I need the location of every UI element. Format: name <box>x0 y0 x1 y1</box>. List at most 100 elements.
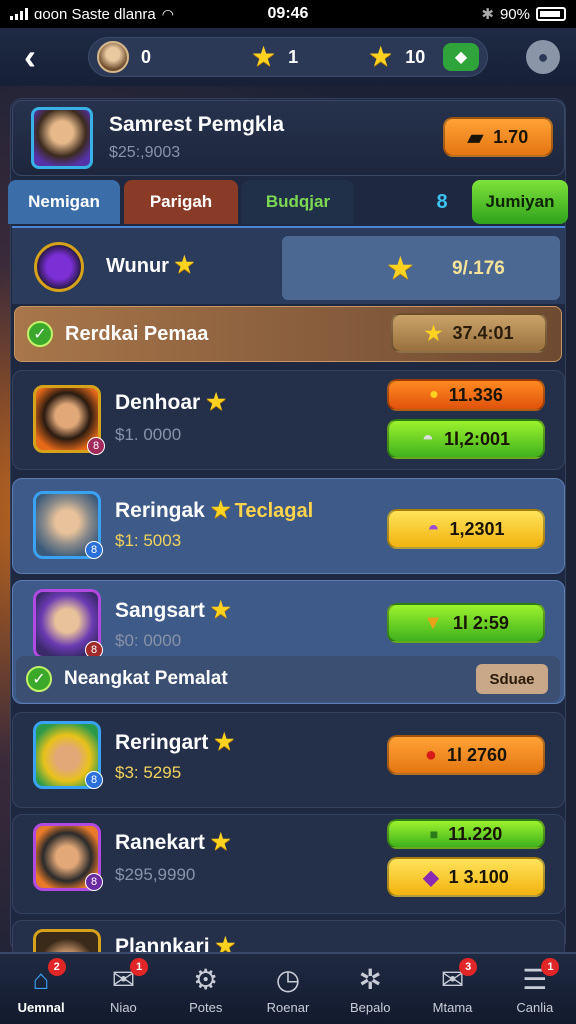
cog-icon: ✲ <box>358 963 382 995</box>
hero-label: Wunur ★ <box>106 254 194 278</box>
value-text: 1,2301 <box>449 518 505 539</box>
value-button[interactable]: ● 11.336 <box>387 379 545 411</box>
value-text: 11.336 <box>448 384 503 405</box>
crystal-icon: ◆ <box>423 866 439 889</box>
star-icon: ★ <box>210 829 231 854</box>
orb-icon: ● <box>424 743 438 766</box>
nav-label: Niao <box>110 999 137 1015</box>
value-text: 1 3.100 <box>448 866 509 887</box>
hero-subtitle: $295,9990 <box>115 865 196 884</box>
hero-name-text: Denhoar <box>115 391 201 414</box>
hero-value: 9/.176 <box>452 258 505 279</box>
player-name: Samrest Pemgkla <box>109 113 285 136</box>
player-avatar[interactable] <box>31 107 93 169</box>
hero-subtitle: $0: 0000 <box>115 631 182 650</box>
value-button[interactable]: ◆ 1 3.100 <box>387 857 545 897</box>
tab-count[interactable]: 8 <box>428 180 456 224</box>
hero-name: Denhoar ★ <box>115 391 226 415</box>
home-icon: ⌂ <box>32 963 50 995</box>
tab-budqjar[interactable]: Budqjar <box>242 180 354 224</box>
check-icon: ✓ <box>27 321 53 347</box>
tab-parigah[interactable]: Parigah <box>124 180 238 224</box>
arrow-down-icon: ▼ <box>423 611 443 634</box>
star-icon: ★ <box>174 252 195 277</box>
nav-label: Bepalo <box>350 999 391 1015</box>
value-button[interactable]: ◓ 1l,2:001 <box>387 419 545 459</box>
sub-banner: ✓ Neangkat Pemalat Sduae <box>16 656 560 702</box>
resource-value: 0 <box>141 46 152 67</box>
signal-icon <box>10 8 28 20</box>
notification-badge: 2 <box>47 958 66 976</box>
star-icon: ★ <box>368 41 394 72</box>
carrier-info: ɑoon Saste dlanra ◠ <box>10 6 240 23</box>
nav-item-bepalo[interactable]: ✲ Bepalo <box>329 954 411 1024</box>
hero-subtitle: $1. 0000 <box>115 425 182 444</box>
notification-badge: 3 <box>459 958 478 976</box>
back-button[interactable]: ‹ <box>0 28 60 86</box>
battery-percent: 90% <box>499 5 530 23</box>
nav-label: Canlia <box>516 999 554 1015</box>
bottom-nav: ⌂ 2 Uemnal ✉ 1 Niao ⚙ Potes ◷ Roenar ✲ B… <box>0 952 576 1024</box>
claim-reward-button[interactable]: ▰ 1.70 <box>443 117 553 157</box>
level-badge: 8 <box>85 771 103 789</box>
hero-subtitle: $1: 5003 <box>115 531 182 550</box>
nav-item-roenar[interactable]: ◷ Roenar <box>247 954 329 1024</box>
nav-label: Roenar <box>266 999 310 1015</box>
top-bar: ‹ 0 ★ 1 ★ 10 ◆ ● <box>0 28 576 86</box>
hero-name: Reringak ★ Teclagal <box>115 499 313 523</box>
nav-label: Uemnal <box>17 999 65 1015</box>
reward-value: 1.70 <box>493 126 529 147</box>
nav-item-mtama[interactable]: ✉ 3 Mtama <box>411 954 493 1024</box>
bluetooth-icon: ✱ <box>481 6 494 23</box>
check-icon: ✓ <box>26 666 52 692</box>
potion-icon: ◓ <box>427 517 440 540</box>
resource-value: 10 <box>405 46 426 67</box>
nav-item-mail[interactable]: ✉ 1 Niao <box>82 954 164 1024</box>
list-item[interactable]: 8 Denhoar ★ $1. 0000 ● 11.336 ◓ 1l,2:001 <box>12 370 565 470</box>
nav-item-home[interactable]: ⌂ 2 Uemnal <box>0 954 82 1024</box>
list-item[interactable]: 8 Reringart ★ $3: 5295 ● 1l 2760 <box>12 712 565 808</box>
hero-name: Ranekart ★ <box>115 831 231 855</box>
sub-banner-label: Neangkat Pemalat <box>64 668 228 689</box>
sub-banner-button[interactable]: Sduae <box>476 664 548 694</box>
player-subtitle: $25:,9003 <box>109 144 181 161</box>
hero-name: Sangsart ★ <box>115 599 231 623</box>
banner-label: Rerdkai Pemaa <box>65 323 209 345</box>
status-right: ✱ 90% <box>336 5 566 23</box>
player-card: Samrest Pemgkla $25:,9003 ▰ 1.70 <box>12 100 565 176</box>
level-badge: 8 <box>87 437 105 455</box>
value-text: 1l,2:001 <box>444 428 511 449</box>
nav-item-canlia[interactable]: ☰ 1 Canlia <box>494 954 576 1024</box>
clock-icon: ◷ <box>275 963 301 995</box>
value-button[interactable]: ■ 11.220 <box>387 819 545 849</box>
gear-icon: ⚙ <box>193 963 219 995</box>
value-button[interactable]: ◓ 1,2301 <box>387 509 545 549</box>
add-gem-button[interactable]: ◆ <box>443 43 479 71</box>
star-icon: ★ <box>214 729 235 754</box>
level-badge: 8 <box>85 873 103 891</box>
value-text: 1l 2:59 <box>452 612 509 633</box>
avatar[interactable] <box>97 41 129 73</box>
nav-item-potes[interactable]: ⚙ Potes <box>165 954 247 1024</box>
value-text: 11.220 <box>448 823 503 844</box>
gem-icon: ■ <box>429 826 439 842</box>
value-button[interactable]: ▼ 1l 2:59 <box>387 603 545 643</box>
profile-button[interactable]: ● <box>526 40 560 74</box>
chevron-left-icon: ‹ <box>24 36 36 77</box>
tab-nemigan[interactable]: Nemigan <box>8 180 120 224</box>
emblem-icon <box>34 242 84 292</box>
ticket-icon: ▰ <box>467 126 484 149</box>
list-item[interactable]: 8 Ranekart ★ $295,9990 ■ 11.220 ◆ 1 3.100 <box>12 814 565 914</box>
hero-value-box[interactable]: ★ 9/.176 <box>282 236 560 300</box>
tab-jumiyan[interactable]: Jumiyan <box>472 180 568 224</box>
star-icon: ★ <box>386 250 415 286</box>
hero-label-text: Wunur <box>106 255 169 277</box>
star-icon: ★ <box>210 597 231 622</box>
banner-value-button[interactable]: ★ 37.4:01 <box>391 313 547 353</box>
value-button[interactable]: ● 1l 2760 <box>387 735 545 775</box>
list-item[interactable]: 8 Reringak ★ Teclagal $1: 5003 ◓ 1,2301 <box>12 478 565 574</box>
hero-subtitle: $3: 5295 <box>115 763 182 782</box>
hero-row: Wunur ★ ★ 9/.176 <box>12 226 565 304</box>
pot-icon: ◓ <box>421 427 435 450</box>
hero-name-text: Reringart <box>115 731 209 754</box>
